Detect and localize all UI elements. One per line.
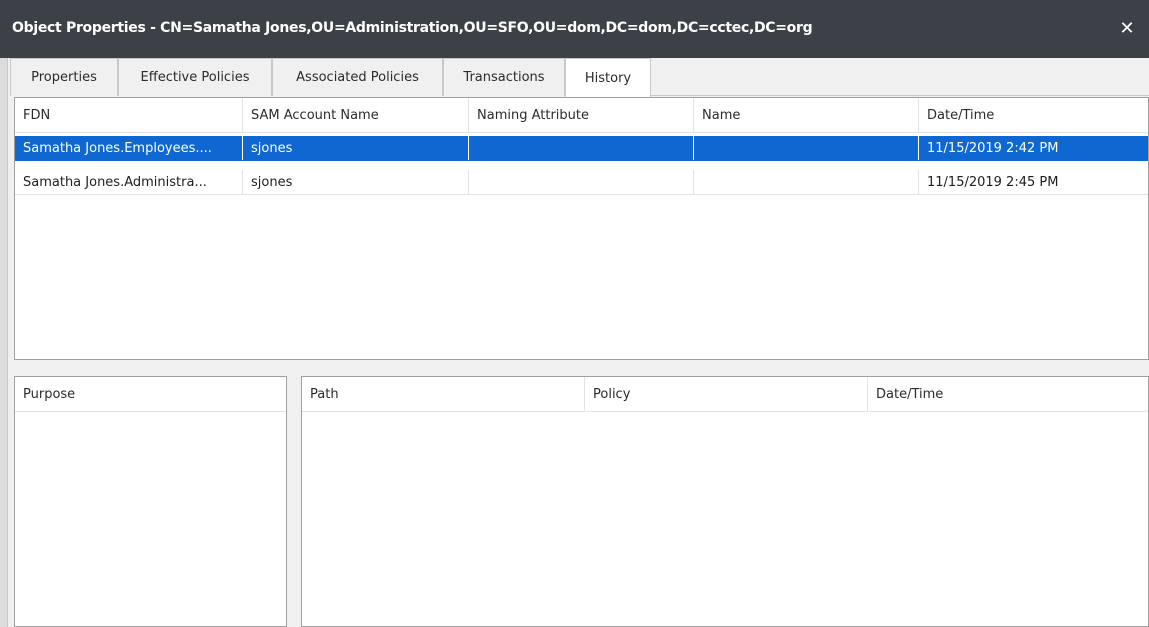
column-header-policy[interactable]: Policy	[585, 377, 868, 411]
close-button[interactable]: ✕	[1113, 14, 1141, 42]
column-header-date-time[interactable]: Date/Time	[868, 377, 1148, 411]
cell-sam-account-name: sjones	[243, 170, 469, 194]
window-left-frame	[0, 58, 8, 627]
tab-transactions[interactable]: Transactions	[443, 58, 565, 96]
column-header-name[interactable]: Name	[694, 98, 919, 132]
tab-label: Effective Policies	[140, 70, 250, 85]
tab-label: Properties	[31, 70, 97, 85]
tab-associated-policies[interactable]: Associated Policies	[272, 58, 443, 96]
cell-naming-attribute	[469, 170, 694, 194]
tab-label: History	[584, 70, 632, 86]
purpose-list[interactable]: Purpose	[14, 376, 287, 627]
cell-sam-account-name: sjones	[243, 136, 469, 160]
window-title: Object Properties - CN=Samatha Jones,OU=…	[12, 20, 813, 36]
column-header-path[interactable]: Path	[302, 377, 585, 411]
tab-label: Transactions	[463, 70, 545, 85]
cell-date-time: 11/15/2019 2:45 PM	[927, 174, 1059, 190]
cell-fdn: Samatha Jones.Employees....	[15, 136, 243, 160]
purpose-header: Purpose	[15, 377, 286, 412]
cell-naming-attribute	[469, 136, 694, 160]
close-icon: ✕	[1119, 17, 1135, 39]
history-header: FDN SAM Account Name Naming Attribute Na…	[15, 98, 1148, 133]
policy-history-header: Path Policy Date/Time	[302, 377, 1148, 412]
cell-name	[694, 170, 919, 194]
window-titlebar: Object Properties - CN=Samatha Jones,OU=…	[0, 0, 1149, 58]
tab-effective-policies[interactable]: Effective Policies	[118, 58, 272, 96]
column-header-fdn[interactable]: FDN	[15, 98, 243, 132]
tab-label: Associated Policies	[296, 70, 419, 85]
column-header-purpose[interactable]: Purpose	[15, 377, 286, 411]
policy-history-list[interactable]: Path Policy Date/Time	[301, 376, 1149, 627]
cell-date-time: 11/15/2019 2:42 PM	[927, 140, 1059, 156]
cell-name	[694, 136, 919, 160]
table-row[interactable]: Samatha Jones.Employees.... sjones 11/15…	[15, 136, 1148, 161]
history-list[interactable]: FDN SAM Account Name Naming Attribute Na…	[14, 97, 1149, 360]
column-header-date-time[interactable]: Date/Time	[919, 98, 1148, 132]
cell-fdn: Samatha Jones.Administra...	[15, 170, 243, 194]
column-header-sam-account-name[interactable]: SAM Account Name	[243, 98, 469, 132]
tab-properties[interactable]: Properties	[10, 58, 118, 96]
table-row[interactable]: Samatha Jones.Administra... sjones 11/15…	[15, 170, 1148, 195]
tab-history[interactable]: History	[565, 58, 651, 97]
tab-strip: Properties Effective Policies Associated…	[10, 58, 1149, 97]
column-header-naming-attribute[interactable]: Naming Attribute	[469, 98, 694, 132]
